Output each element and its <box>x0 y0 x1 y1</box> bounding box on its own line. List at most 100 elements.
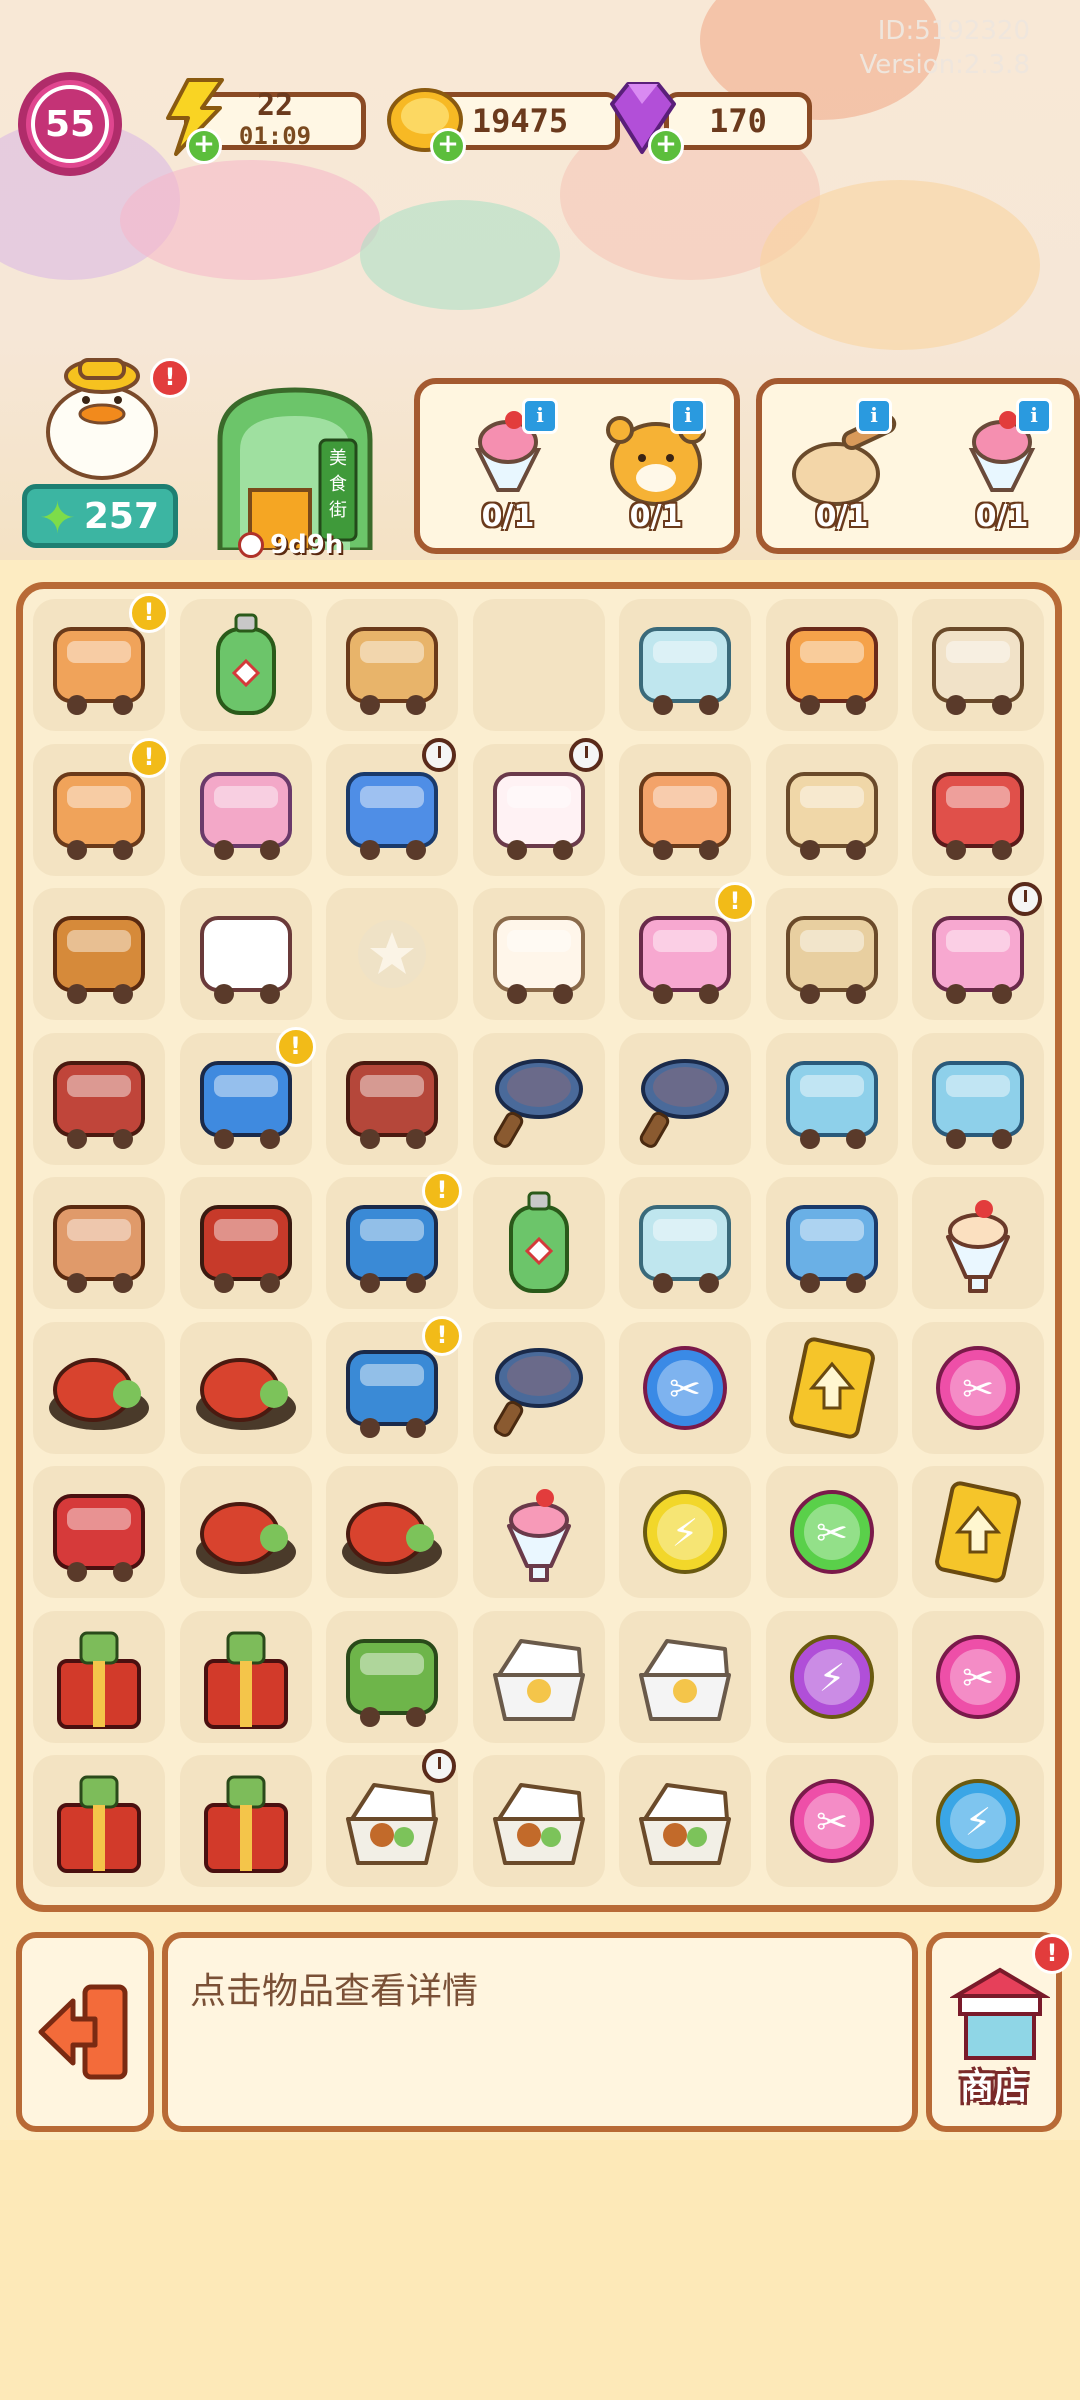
star-value: 257 <box>83 495 159 537</box>
board-cell[interactable]: ⚡ <box>912 1755 1044 1887</box>
board-cell[interactable] <box>179 1321 312 1454</box>
board-cell[interactable] <box>472 888 605 1020</box>
board-cell[interactable]: ! <box>33 593 169 731</box>
board-cell[interactable] <box>326 1466 458 1598</box>
shop-button[interactable]: ! 商店 <box>926 1932 1072 2132</box>
board-cell[interactable] <box>472 1321 605 1454</box>
board-cell[interactable]: ! <box>179 1026 316 1165</box>
board-cell[interactable]: ! <box>326 1315 462 1454</box>
order-card-2[interactable]: 0/1 i 0/1 i <box>756 378 1080 554</box>
gift-chest-icon <box>203 1631 288 1729</box>
board-cell[interactable] <box>33 1755 165 1887</box>
gift-chest-icon <box>57 1775 141 1873</box>
exit-button[interactable] <box>16 1932 154 2132</box>
board-cell[interactable] <box>619 1755 751 1887</box>
alert-icon: ! <box>715 882 755 922</box>
info-icon[interactable]: i <box>1016 398 1052 434</box>
gate-sign-char-1: 美 <box>329 448 347 469</box>
bento-box-icon <box>492 1783 585 1865</box>
add-gem-button[interactable]: + <box>648 128 684 164</box>
board-cell[interactable] <box>765 888 898 1020</box>
duck-character[interactable] <box>40 340 170 480</box>
board-cell[interactable]: ! <box>33 737 169 876</box>
board-cell[interactable] <box>326 1610 458 1743</box>
gate-sign-char-2: 食 <box>329 474 347 495</box>
board-cell[interactable] <box>326 1749 458 1887</box>
energy-timer: 01:09 <box>238 122 312 150</box>
info-icon[interactable]: i <box>856 398 892 434</box>
board-cell[interactable] <box>619 743 751 876</box>
board-cell[interactable]: ⚡ <box>619 1466 751 1598</box>
board-cell[interactable]: ! <box>619 882 755 1020</box>
order-card-1[interactable]: 0/1 i 0/1 i <box>414 378 740 554</box>
board-cell[interactable]: ✂ <box>765 1466 898 1598</box>
board-cell[interactable] <box>33 1321 165 1454</box>
board-cell[interactable] <box>912 1032 1044 1165</box>
board-cell[interactable] <box>619 1177 751 1309</box>
board-cell[interactable] <box>326 1032 458 1165</box>
clock-icon <box>568 737 603 772</box>
board-cell[interactable] <box>326 737 458 876</box>
board-cell[interactable] <box>472 1466 605 1598</box>
info-icon[interactable]: i <box>522 398 558 434</box>
board-cell[interactable] <box>765 1321 898 1454</box>
board-cell[interactable]: ⚡ <box>765 1610 898 1743</box>
backpack-icon <box>346 1638 438 1727</box>
board-cell[interactable] <box>179 1755 312 1887</box>
board-cell[interactable] <box>179 1466 312 1598</box>
board-cell[interactable] <box>33 1610 165 1743</box>
order-count: 0/1 <box>815 499 869 534</box>
info-panel-text: 点击物品查看详情 <box>190 1971 479 2012</box>
board-cell[interactable]: ! <box>326 1171 462 1309</box>
clock-icon <box>422 737 456 772</box>
board-cell[interactable] <box>912 1177 1044 1309</box>
board-cell[interactable] <box>472 1177 605 1309</box>
footer-background <box>0 2140 1080 2400</box>
board-cell[interactable] <box>179 599 312 731</box>
board-cell[interactable] <box>33 1032 165 1165</box>
order-item[interactable]: 0/1 i <box>782 394 902 544</box>
board-cell[interactable] <box>472 737 605 876</box>
board-cell[interactable] <box>33 888 165 1020</box>
board-cell[interactable]: ✂ <box>912 1610 1044 1743</box>
order-item[interactable]: 0/1 i <box>448 394 568 544</box>
board-cell[interactable] <box>472 1755 605 1887</box>
lobster-plate-icon <box>195 1357 296 1430</box>
add-coin-button[interactable]: + <box>430 128 466 164</box>
add-energy-button[interactable]: + <box>186 128 222 164</box>
board-cell[interactable] <box>33 1466 165 1598</box>
empty-board-cell[interactable] <box>472 599 605 731</box>
board-cell[interactable] <box>619 1610 751 1743</box>
board-cell[interactable] <box>619 599 751 731</box>
board-cell[interactable] <box>179 1610 312 1743</box>
board-cell[interactable] <box>765 1032 898 1165</box>
board-cell[interactable]: ✂ <box>765 1755 898 1887</box>
order-count: 0/1 <box>629 499 683 534</box>
board-cell[interactable] <box>179 743 312 876</box>
board-cell[interactable] <box>472 1032 605 1165</box>
board-cell[interactable] <box>912 1466 1044 1598</box>
alert-icon: ! <box>129 593 169 633</box>
board-cell[interactable] <box>326 888 458 1020</box>
info-icon[interactable]: i <box>670 398 706 434</box>
order-item[interactable]: 0/1 i <box>942 394 1062 544</box>
board-cell[interactable] <box>33 1177 165 1309</box>
board-cell[interactable] <box>912 882 1044 1020</box>
level-badge[interactable]: 55 <box>18 72 122 176</box>
board-cell[interactable]: ✂ <box>912 1321 1044 1454</box>
board-cell[interactable] <box>912 743 1044 876</box>
umbrella-cart-icon <box>785 627 878 715</box>
board-cell[interactable] <box>619 1032 751 1165</box>
order-item[interactable]: 0/1 i <box>596 394 716 544</box>
board-cell[interactable]: ✂ <box>619 1321 751 1454</box>
board-cell[interactable] <box>472 1610 605 1743</box>
board-cell[interactable] <box>912 599 1044 731</box>
board-cell[interactable] <box>765 599 898 731</box>
board-cell[interactable] <box>765 1177 898 1309</box>
svg-text:⚡: ⚡ <box>672 1511 699 1555</box>
board-cell[interactable] <box>179 1177 312 1309</box>
food-street-gate[interactable]: 美 食 街 <box>210 380 380 550</box>
board-cell[interactable] <box>765 743 898 876</box>
board-cell[interactable] <box>179 888 312 1020</box>
board-cell[interactable] <box>326 599 458 731</box>
